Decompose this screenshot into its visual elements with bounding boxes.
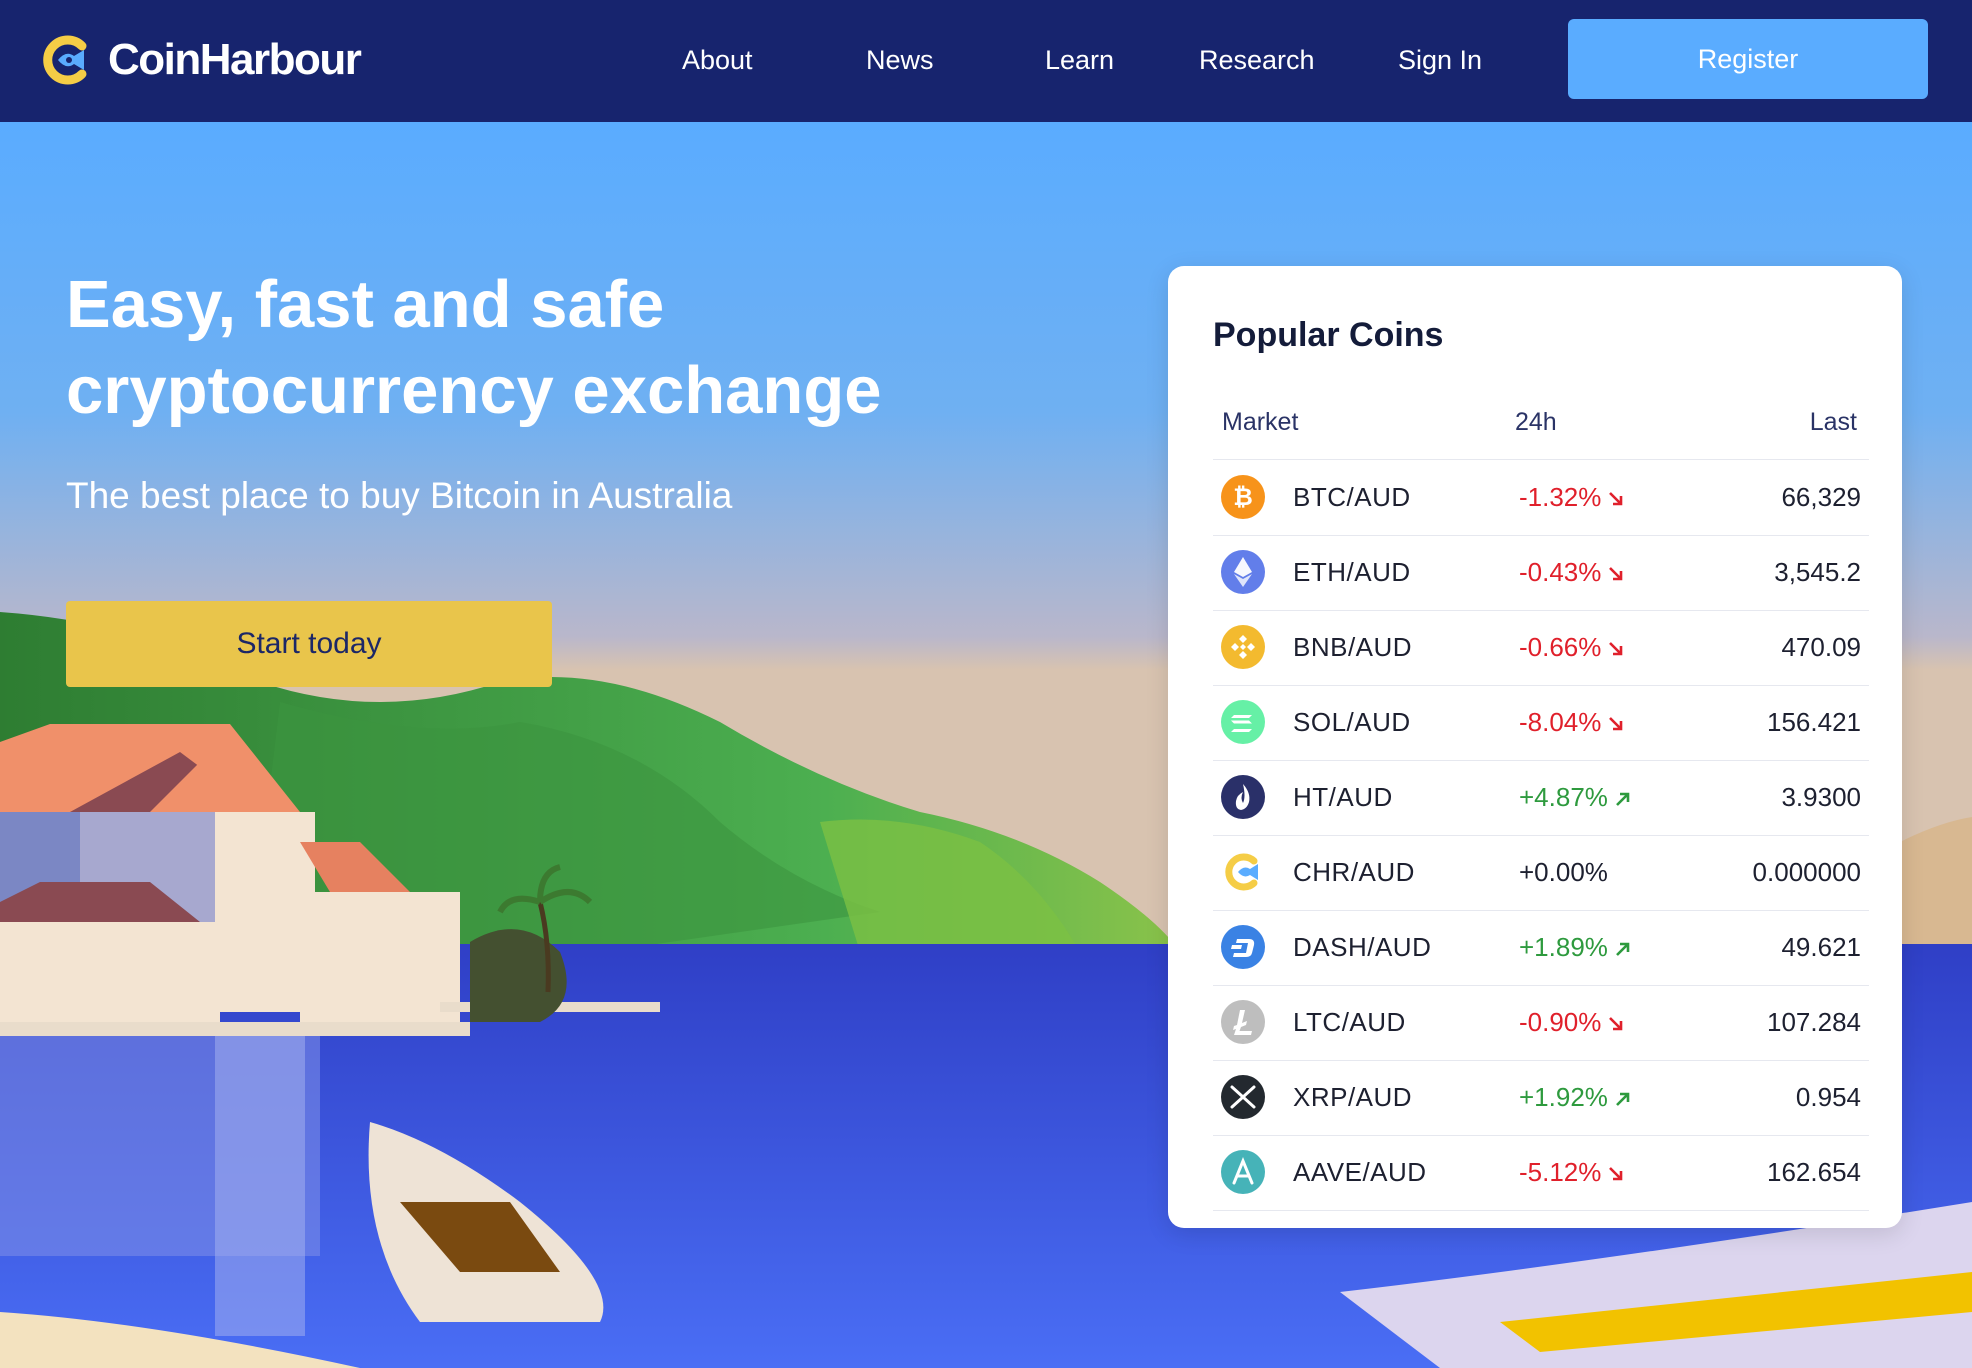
hero-subtitle: The best place to buy Bitcoin in Austral… (66, 475, 733, 516)
coin-row-aave[interactable]: AAVE/AUD -5.12% 162.654 (1213, 1135, 1869, 1211)
coin-pair: DASH/AUD (1293, 932, 1432, 962)
coin-last-price: 3.9300 (1781, 782, 1861, 812)
ethereum-icon (1221, 550, 1265, 594)
coin-row-xrp[interactable]: XRP/AUD +1.92% 0.954 (1213, 1060, 1869, 1136)
column-header-last[interactable]: Last (1810, 408, 1857, 437)
coin-pair: LTC/AUD (1293, 1007, 1406, 1037)
coin-change: +1.89% (1519, 910, 1632, 985)
coin-pair: HT/AUD (1293, 782, 1393, 812)
arrow-up-right-icon (1615, 792, 1630, 807)
brand-logo[interactable]: CoinHarbour (38, 30, 362, 90)
coin-row-ht[interactable]: HT/AUD +4.87% 3.9300 (1213, 760, 1869, 836)
arrow-down-right-icon (1609, 642, 1623, 656)
coin-pair: ETH/AUD (1293, 557, 1411, 587)
aave-icon (1221, 1150, 1265, 1194)
arrow-down-right-icon (1609, 1017, 1623, 1031)
nav-research[interactable]: Research (1199, 38, 1315, 82)
arrow-down-right-icon (1609, 717, 1623, 731)
coin-last-price: 0.954 (1795, 1082, 1861, 1112)
coin-pair: CHR/AUD (1293, 857, 1415, 887)
coin-pair: SOL/AUD (1293, 707, 1411, 737)
coin-last-price: 66,329 (1781, 482, 1861, 512)
arrow-down-right-icon (1609, 492, 1623, 506)
coin-change: -0.66% (1519, 610, 1625, 685)
card-title: Popular Coins (1213, 316, 1444, 354)
coin-pair: BTC/AUD (1293, 482, 1411, 512)
hero-title-line-1: Easy, fast and safe (66, 267, 665, 342)
coin-row-ltc[interactable]: LTC/AUD -0.90% 107.284 (1213, 985, 1869, 1061)
hero-title-line-2: cryptocurrency exchange (66, 353, 882, 428)
dash-icon (1221, 925, 1265, 969)
arrow-down-right-icon (1609, 1167, 1623, 1181)
coin-row-btc[interactable]: ₿ BTC/AUD -1.32% 66,329 (1213, 460, 1869, 536)
coin-last-price: 162.654 (1767, 1157, 1861, 1187)
nav-sign-in[interactable]: Sign In (1398, 38, 1482, 82)
coin-pair: XRP/AUD (1293, 1082, 1413, 1112)
huobi-token-icon (1221, 775, 1265, 819)
arrow-up-right-icon (1615, 942, 1630, 957)
xrp-icon (1221, 1075, 1265, 1119)
coin-row-bnb[interactable]: BNB/AUD -0.66% 470.09 (1213, 610, 1869, 686)
arrow-up-right-icon (1615, 1092, 1630, 1107)
column-header-market[interactable]: Market (1222, 408, 1298, 437)
coin-last-price: 49.621 (1781, 932, 1861, 962)
coin-row-eth[interactable]: ETH/AUD -0.43% 3,545.2 (1213, 535, 1869, 611)
arrow-down-right-icon (1609, 567, 1623, 581)
nav-news[interactable]: News (866, 38, 934, 82)
coin-row-dash[interactable]: DASH/AUD +1.89% 49.621 (1213, 910, 1869, 986)
coin-change: +0.00% (1519, 857, 1608, 887)
coin-row-chr[interactable]: CHR/AUD +0.00% 0.000000 (1213, 835, 1869, 911)
coin-change: -8.04% (1519, 685, 1625, 760)
site-header: CoinHarbour About News Learn Research Si… (0, 0, 1972, 122)
coin-pair: AAVE/AUD (1293, 1157, 1427, 1187)
coin-pair: BNB/AUD (1293, 632, 1413, 662)
coin-change: -0.90% (1519, 985, 1625, 1060)
litecoin-icon (1221, 1000, 1265, 1044)
hero-title: Easy, fast and safe cryptocurrency excha… (66, 262, 1116, 434)
coin-change: +1.92% (1519, 1060, 1632, 1135)
register-button[interactable]: Register (1568, 19, 1928, 99)
coin-change: -5.12% (1519, 1135, 1625, 1210)
coin-last-price: 3,545.2 (1774, 557, 1861, 587)
coin-last-price: 0.000000 (1752, 857, 1861, 887)
solana-icon (1221, 700, 1265, 744)
coin-last-price: 156.421 (1767, 707, 1861, 737)
coin-last-price: 470.09 (1781, 632, 1861, 662)
popular-coins-card: Popular Coins Market 24h Last ₿ BTC/AUD … (1168, 266, 1902, 1228)
bitcoin-icon: ₿ (1221, 475, 1265, 519)
coin-change: -1.32% (1519, 460, 1625, 535)
coin-change: +4.87% (1519, 760, 1632, 835)
nav-learn[interactable]: Learn (1045, 38, 1114, 82)
start-today-button[interactable]: Start today (66, 601, 552, 687)
brand-name: CoinHarbour (108, 35, 362, 84)
coin-row-sol[interactable]: SOL/AUD -8.04% 156.421 (1213, 685, 1869, 761)
nav-about[interactable]: About (682, 38, 753, 82)
chr-icon (1225, 853, 1258, 891)
coin-last-price: 107.284 (1767, 1007, 1861, 1037)
svg-text:₿: ₿ (1233, 483, 1253, 511)
coin-change: -0.43% (1519, 535, 1625, 610)
column-header-24h[interactable]: 24h (1515, 408, 1557, 437)
coinharbour-logo-icon (43, 35, 87, 85)
bnb-icon (1221, 625, 1265, 669)
